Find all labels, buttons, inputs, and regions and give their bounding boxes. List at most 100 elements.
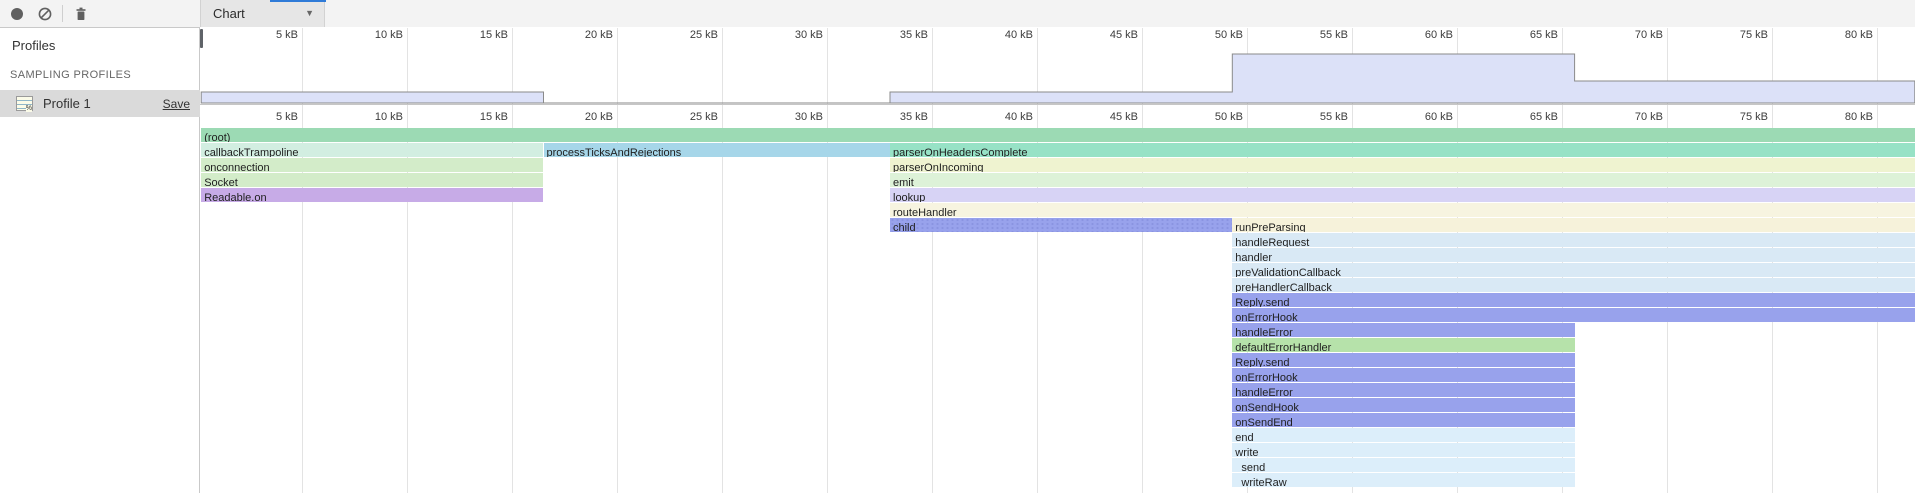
main-ruler-tick-label: 60 kB — [1393, 111, 1453, 123]
frame-bar-label: defaultErrorHandler — [1232, 341, 1331, 352]
frame-bar-label: parserOnHeadersComplete — [890, 146, 1028, 157]
frame-bar[interactable]: Reply.send — [1232, 353, 1574, 367]
main-ruler-tick-label: 40 kB — [973, 111, 1033, 123]
profile-list-item[interactable]: Profile 1 Save — [0, 90, 200, 117]
frame-bar-label: onErrorHook — [1232, 311, 1297, 322]
profiler-toolbar: Chart ▼ — [0, 0, 1915, 28]
frame-bar[interactable]: parserOnHeadersComplete — [890, 143, 1915, 157]
main-ruler-tick-label: 25 kB — [658, 111, 718, 123]
frame-bar[interactable]: lookup — [890, 188, 1915, 202]
frame-bar[interactable]: preValidationCallback — [1232, 263, 1915, 277]
frame-bar-label: _send — [1232, 461, 1265, 472]
main-ruler-tick-label: 45 kB — [1078, 111, 1138, 123]
main-ruler-tick-label: 55 kB — [1288, 111, 1348, 123]
frame-bar-label: onErrorHook — [1232, 371, 1297, 382]
frame-bar-label: emit — [890, 176, 914, 187]
frame-bar-label: preValidationCallback — [1232, 266, 1341, 277]
frame-bar[interactable]: preHandlerCallback — [1232, 278, 1915, 292]
overview-divider — [200, 104, 1915, 105]
frame-bar-label: routeHandler — [890, 206, 957, 217]
frame-bar[interactable]: emit — [890, 173, 1915, 187]
main-ruler-tick-label: 65 kB — [1498, 111, 1558, 123]
main-ruler-tick-label: 15 kB — [448, 111, 508, 123]
memory-overview-area-chart[interactable] — [200, 28, 1915, 104]
frame-bar-label: preHandlerCallback — [1232, 281, 1332, 292]
record-icon — [9, 6, 25, 22]
frame-bar-label: lookup — [890, 191, 925, 202]
main-ruler-tick-label: 30 kB — [763, 111, 823, 123]
chevron-down-icon: ▼ — [305, 8, 314, 18]
view-mode-dropdown[interactable]: Chart ▼ — [200, 0, 325, 27]
overview-area-shape — [201, 54, 1915, 103]
frame-bar[interactable]: onSendEnd — [1232, 413, 1574, 427]
frame-bar[interactable]: runPreParsing — [1232, 218, 1915, 232]
frame-bar-label: handleRequest — [1232, 236, 1309, 247]
frame-bar[interactable]: (root) — [201, 128, 1915, 142]
frame-bar[interactable]: onconnection — [201, 158, 543, 172]
clear-icon — [37, 6, 53, 22]
view-mode-value: Chart — [201, 6, 245, 21]
frame-bar[interactable]: Reply.send — [1232, 293, 1915, 307]
frame-bar-label: processTicksAndRejections — [544, 146, 682, 157]
main-ruler-tick-label: 20 kB — [553, 111, 613, 123]
main-ruler-tick-label: 80 kB — [1813, 111, 1873, 123]
frame-bar-label: runPreParsing — [1232, 221, 1305, 232]
frame-bar[interactable]: onSendHook — [1232, 398, 1574, 412]
frame-bar-label: handler — [1232, 251, 1272, 262]
frame-bar[interactable]: _send — [1232, 458, 1574, 472]
frame-bar[interactable]: handler — [1232, 248, 1915, 262]
frame-bar[interactable]: defaultErrorHandler — [1232, 338, 1574, 352]
frame-bar[interactable]: Socket — [201, 173, 543, 187]
frame-bar[interactable]: handleRequest — [1232, 233, 1915, 247]
profile-name: Profile 1 — [43, 96, 91, 111]
frame-bar[interactable]: callbackTrampoline — [201, 143, 543, 157]
profiles-sidebar: Profiles SAMPLING PROFILES Profile 1 Sav… — [0, 28, 200, 493]
frame-bar[interactable]: onErrorHook — [1232, 308, 1915, 322]
clear-button[interactable] — [34, 3, 56, 25]
frame-bar[interactable]: processTicksAndRejections — [544, 143, 891, 157]
frame-bar-label: Readable.on — [201, 191, 266, 202]
frame-bar-label: Reply.send — [1232, 356, 1289, 367]
sidebar-title: Profiles — [0, 28, 199, 53]
frame-bar-label: onSendHook — [1232, 401, 1299, 412]
frame-bar[interactable]: handleError — [1232, 383, 1574, 397]
profile-document-icon — [16, 96, 33, 111]
frame-bar-label: write_ — [1232, 446, 1264, 457]
overview-drag-handle[interactable] — [200, 29, 203, 48]
frame-bar[interactable]: routeHandler — [890, 203, 1915, 217]
frame-bar-label: (root) — [201, 131, 230, 142]
main-ruler-tick-label: 70 kB — [1603, 111, 1663, 123]
trash-icon — [73, 6, 89, 22]
frame-bar[interactable]: write_ — [1232, 443, 1574, 457]
frame-bar[interactable]: child — [890, 218, 1232, 232]
save-profile-link[interactable]: Save — [163, 97, 190, 111]
frame-bar-label: Socket — [201, 176, 238, 187]
frame-bar[interactable]: handleError — [1232, 323, 1574, 337]
frame-bar[interactable]: parserOnIncoming — [890, 158, 1915, 172]
frame-bar-label: callbackTrampoline — [201, 146, 298, 157]
main-ruler-tick-label: 75 kB — [1708, 111, 1768, 123]
record-button[interactable] — [6, 3, 28, 25]
frame-bar-label: parserOnIncoming — [890, 161, 984, 172]
frame-bar-label: Reply.send — [1232, 296, 1289, 307]
frame-bar[interactable]: onErrorHook — [1232, 368, 1574, 382]
frame-bar[interactable]: end — [1232, 428, 1574, 442]
tab-accent-indicator — [270, 0, 326, 2]
frame-bar-label: end — [1232, 431, 1253, 442]
sampling-profiles-heading: SAMPLING PROFILES — [0, 53, 199, 81]
frame-bar-label: _writeRaw — [1232, 476, 1286, 487]
frame-bar[interactable]: Readable.on — [201, 188, 543, 202]
main-ruler-tick-label: 35 kB — [868, 111, 928, 123]
memory-profiler-panel: Chart ▼ Profiles SAMPLING PROFILES Profi… — [0, 0, 1915, 493]
frame-bar-label: handleError — [1232, 386, 1292, 397]
frame-bar[interactable]: _writeRaw — [1232, 473, 1574, 487]
delete-profile-button[interactable] — [70, 3, 92, 25]
main-ruler-tick-label: 10 kB — [343, 111, 403, 123]
frame-bar-label: child — [890, 221, 916, 232]
toolbar-separator — [62, 5, 63, 22]
frame-bar-label: handleError — [1232, 326, 1292, 337]
frame-bar-label: onSendEnd — [1232, 416, 1293, 427]
frame-bar-label: onconnection — [201, 161, 269, 172]
main-ruler-tick-label: 50 kB — [1183, 111, 1243, 123]
main-ruler-tick-label: 5 kB — [238, 111, 298, 123]
